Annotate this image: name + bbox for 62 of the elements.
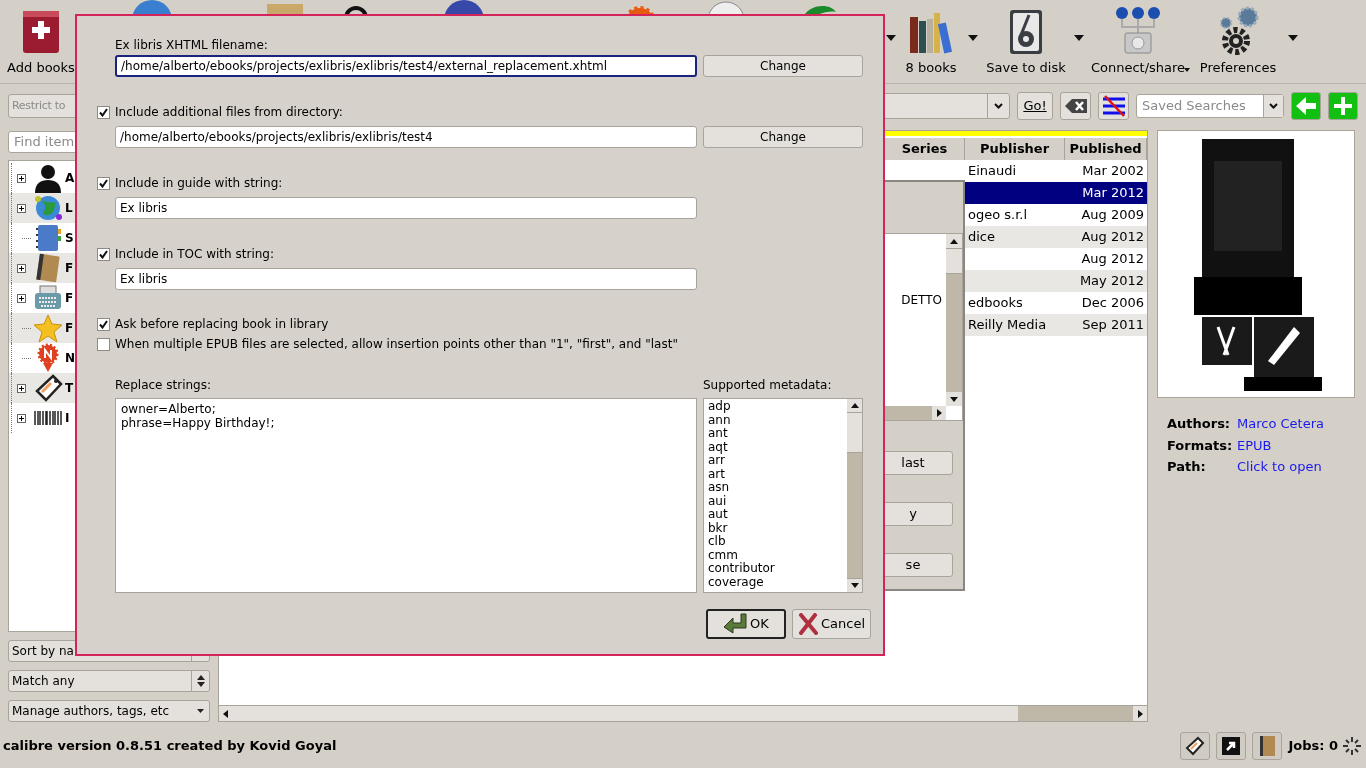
- change-button[interactable]: Change: [703, 126, 863, 148]
- list-item[interactable]: cmm: [708, 548, 847, 562]
- link[interactable]: Marco Cetera: [1237, 414, 1366, 434]
- list-item[interactable]: bkr: [708, 521, 847, 535]
- saved-searches-combo[interactable]: Saved Searches: [1136, 94, 1284, 118]
- change-button[interactable]: Change: [703, 55, 863, 77]
- list-item[interactable]: ann: [708, 413, 847, 427]
- list-item[interactable]: aqt: [708, 440, 847, 454]
- table-cell-text: Aug 2012: [1081, 250, 1144, 269]
- list-item[interactable]: adp: [708, 400, 847, 414]
- list-item[interactable]: contributor: [708, 562, 847, 576]
- table-cell-text: edbooks: [968, 294, 1023, 313]
- input-field[interactable]: Ex libris: [115, 197, 697, 219]
- list-item[interactable]: aut: [708, 508, 847, 522]
- ok-button[interactable]: OK: [706, 609, 786, 639]
- table-cell-text: Mar 2002: [1082, 162, 1144, 181]
- checkbox-label: Ask before replacing book in library: [115, 316, 329, 333]
- jobs-count: Jobs: 0: [1288, 737, 1338, 756]
- toolbar-button[interactable]: 8 books: [896, 0, 966, 80]
- input-field[interactable]: /home/alberto/ebooks/projects/exlibris/exlibris/test4: [115, 126, 697, 148]
- field-label: Authors:: [1167, 415, 1232, 433]
- field-label: Replace strings:: [115, 377, 213, 392]
- go-button[interactable]: Go!: [1017, 92, 1053, 120]
- list-item[interactable]: asn: [708, 481, 847, 495]
- table-cell-text: ogeo s.r.l: [968, 206, 1028, 225]
- field-label: Path:: [1167, 458, 1207, 476]
- toolbar-button[interactable]: Add books: [6, 0, 76, 80]
- input-field[interactable]: /home/alberto/ebooks/projects/exlibris/exlibris/test4/external_replacement.xhtml: [115, 55, 697, 77]
- field-label: Supported metadata:: [703, 377, 832, 392]
- list-item[interactable]: arr: [708, 454, 847, 468]
- list-item[interactable]: coverage: [708, 575, 847, 589]
- cancel-button[interactable]: Cancel: [792, 609, 871, 639]
- table-cell-text: Dec 2006: [1081, 294, 1144, 313]
- list-item[interactable]: art: [708, 467, 847, 481]
- manage-combo[interactable]: Manage authors, tags, etc: [8, 700, 210, 722]
- checkbox-label: Include in TOC with string:: [115, 246, 274, 263]
- list-item[interactable]: ant: [708, 427, 847, 441]
- match-combo[interactable]: Match any: [8, 670, 210, 692]
- toolbar-button[interactable]: Connect/share: [1086, 0, 1190, 80]
- link[interactable]: Click to open: [1237, 457, 1366, 477]
- table-cell-text: dice: [968, 228, 995, 247]
- status-text: calibre version 0.8.51 created by Kovid Goyal: [3, 737, 338, 756]
- field-label: Formats:: [1167, 436, 1234, 455]
- table-cell-text: Reilly Media: [968, 316, 1047, 335]
- table-cell-text: May 2012: [1079, 272, 1144, 291]
- list-item[interactable]: aui: [708, 494, 847, 508]
- table-cell-text: Einaudi: [968, 162, 1017, 181]
- table-cell-text: Mar 2012: [1082, 184, 1144, 203]
- field-label: Ex libris XHTML filename:: [115, 37, 269, 52]
- list-item[interactable]: clb: [708, 535, 847, 549]
- table-cell-text: Aug 2012: [1081, 228, 1144, 247]
- checkbox-label: Include additional files from directory:: [115, 104, 343, 121]
- text-area[interactable]: owner=Alberto; phrase=Happy Birthday!;: [115, 398, 697, 593]
- link[interactable]: EPUB: [1237, 435, 1366, 455]
- list-item[interactable]: DETTO: [901, 291, 942, 406]
- checkbox-label: When multiple EPUB files are selected, allow insertion points other than "1", "first", and "last": [115, 336, 678, 353]
- checkbox-label: Include in guide with string:: [115, 175, 283, 192]
- table-cell-text: Sep 2011: [1082, 316, 1144, 335]
- table-cell-text: Aug 2009: [1081, 206, 1144, 225]
- toolbar-button[interactable]: Save to disk: [980, 0, 1072, 80]
- toolbar-button[interactable]: Preferences: [1190, 0, 1286, 80]
- input-field[interactable]: Ex libris: [115, 268, 697, 290]
